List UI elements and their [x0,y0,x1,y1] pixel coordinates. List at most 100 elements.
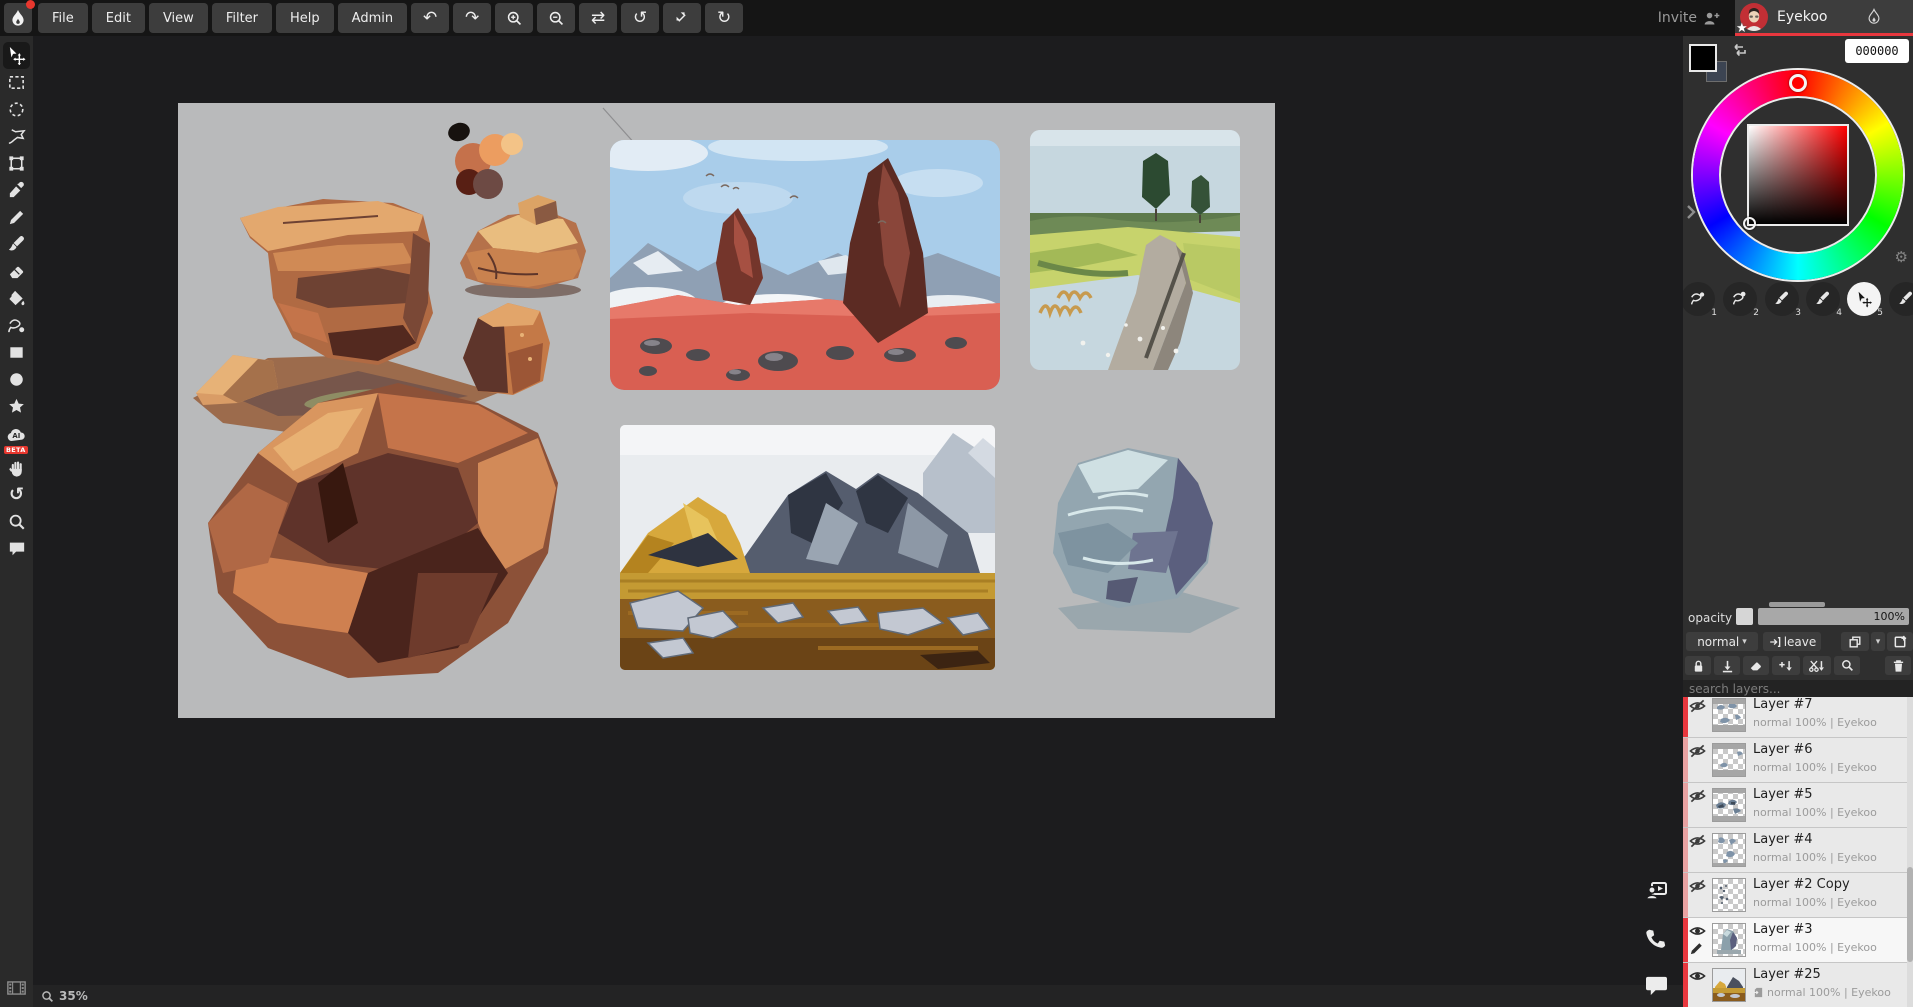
layer-thumbnail[interactable] [1712,698,1746,732]
layer-row-5[interactable]: Layer #5 normal 100% | Eyekoo [1683,783,1913,828]
collapse-panel-button[interactable] [1685,204,1697,220]
eye-icon[interactable] [1689,924,1706,938]
chat-button[interactable] [1645,975,1669,999]
move-tool[interactable] [3,42,30,69]
sv-marker[interactable] [1743,217,1756,230]
layer-row-4[interactable]: Layer #4 normal 100% | Eyekoo [1683,828,1913,873]
eye-off-icon[interactable] [1689,789,1706,803]
layer-name: Layer #5 [1753,787,1813,802]
brush-slot-5[interactable]: 5 [1847,282,1881,316]
import-to-layer-button[interactable] [1714,656,1740,675]
layer-thumbnail[interactable] [1712,878,1746,912]
brush-tool[interactable] [3,231,30,258]
hue-marker[interactable] [1789,74,1807,92]
canvas-viewport[interactable]: 35% [33,36,1683,1007]
fill-tool[interactable] [3,285,30,312]
lasso-tool[interactable] [3,123,30,150]
layer-thumbnail[interactable] [1712,788,1746,822]
ellipse-select-tool[interactable] [3,96,30,123]
screen-share-button[interactable] [1645,879,1669,903]
invite-button[interactable]: Invite [1658,10,1721,26]
lock-layer-button[interactable] [1685,656,1711,675]
fit-screen-button[interactable] [663,3,701,33]
lasso-fill-tool[interactable] [3,312,30,339]
eye-off-icon[interactable] [1689,699,1706,713]
eye-off-icon[interactable] [1689,834,1706,848]
brush-slot-6[interactable]: 6 [1889,282,1913,316]
brush-slot-1[interactable]: 1 [1683,282,1715,316]
find-layer-button[interactable] [1834,656,1860,675]
undo-button[interactable]: ↶ [411,3,449,33]
layer-thumbnail[interactable] [1712,968,1746,1002]
zoom-out-button[interactable] [537,3,575,33]
eyedropper-tool[interactable] [3,177,30,204]
app-logo-button[interactable] [4,3,32,33]
layers-scrollbar-thumb[interactable] [1907,867,1913,962]
artboard[interactable] [178,103,1275,718]
search-layers-input[interactable] [1683,680,1913,697]
redo-button[interactable]: ↷ [453,3,491,33]
current-user-chip[interactable]: ★ Eyekoo [1735,0,1913,36]
eye-icon[interactable] [1689,969,1706,983]
transform-tool[interactable] [3,150,30,177]
pencil-tool[interactable] [3,204,30,231]
comments-tool[interactable] [3,535,30,562]
clear-layer-button[interactable] [1743,656,1769,675]
add-layer-button[interactable] [1887,632,1913,651]
eye-off-icon[interactable] [1689,879,1706,893]
zoom-level[interactable]: 35% [59,989,88,1003]
delete-layer-button[interactable] [1885,656,1911,675]
brush-slot-3[interactable]: 3 [1765,282,1799,316]
duplicate-layer-button[interactable] [1841,632,1869,651]
swap-colors-button[interactable] [1732,42,1748,58]
menu-file[interactable]: File [38,3,88,33]
ai-tool[interactable]: AI BETA [3,420,30,450]
layer-thumbnail[interactable] [1712,923,1746,957]
layer-row-25[interactable]: Layer #25 normal 100% | Eyekoo [1683,963,1913,1007]
layers-scrollbar[interactable] [1907,697,1913,1007]
opacity-slider[interactable]: 100% [1758,608,1909,625]
reset-rotation-button[interactable]: ↻ [705,3,743,33]
rect-select-tool[interactable] [3,69,30,96]
layer-row-6[interactable]: Layer #6 normal 100% | Eyekoo [1683,738,1913,783]
duplicate-options-button[interactable]: ▾ [1871,632,1885,651]
opacity-toggle[interactable] [1736,608,1753,625]
layer-row-2-copy[interactable]: Layer #2 Copy normal 100% | Eyekoo [1683,873,1913,918]
brush-slot-2[interactable]: 2 [1723,282,1757,316]
swap-icon: ⇄ [591,4,605,32]
merge-down-button[interactable] [1772,656,1800,675]
rotate-left-button[interactable]: ↺ [621,3,659,33]
foreground-color-swatch[interactable] [1689,44,1717,72]
saturation-value-square[interactable] [1747,124,1849,226]
layer-thumbnail[interactable] [1712,743,1746,777]
layer-row-3[interactable]: Layer #3 normal 100% | Eyekoo [1683,918,1913,963]
timeline-tool[interactable] [3,974,30,1001]
eraser-tool[interactable] [3,258,30,285]
cut-merge-button[interactable] [1803,656,1831,675]
menu-edit[interactable]: Edit [92,3,145,33]
eye-off-icon[interactable] [1689,744,1706,758]
hue-wheel[interactable] [1693,70,1903,280]
color-settings-button[interactable]: ⚙ [1895,248,1908,266]
star-tool[interactable] [3,393,30,420]
hand-tool[interactable] [3,454,30,481]
voice-call-button[interactable] [1645,927,1669,951]
rotate-canvas-tool[interactable]: ↺ [3,481,30,508]
zoom-in-button[interactable] [495,3,533,33]
ellipse-tool[interactable] [3,366,30,393]
panel-resize-handle[interactable] [1769,602,1825,607]
menu-view[interactable]: View [149,3,208,33]
blend-mode-dropdown[interactable]: normal ▾ [1686,632,1758,651]
layer-row-7[interactable]: Layer #7 normal 100% | Eyekoo [1683,697,1913,738]
leave-session-button[interactable]: leave [1763,632,1821,651]
menu-help[interactable]: Help [276,3,334,33]
layer-thumbnail[interactable] [1712,833,1746,867]
rectangle-tool[interactable] [3,339,30,366]
hex-color-input[interactable] [1845,39,1909,63]
brush-slot-4[interactable]: 4 [1806,282,1840,316]
menu-admin[interactable]: Admin [338,3,407,33]
menu-filter[interactable]: Filter [212,3,272,33]
palette-dots [446,120,523,199]
zoom-tool[interactable] [3,508,30,535]
swap-view-button[interactable]: ⇄ [579,3,617,33]
